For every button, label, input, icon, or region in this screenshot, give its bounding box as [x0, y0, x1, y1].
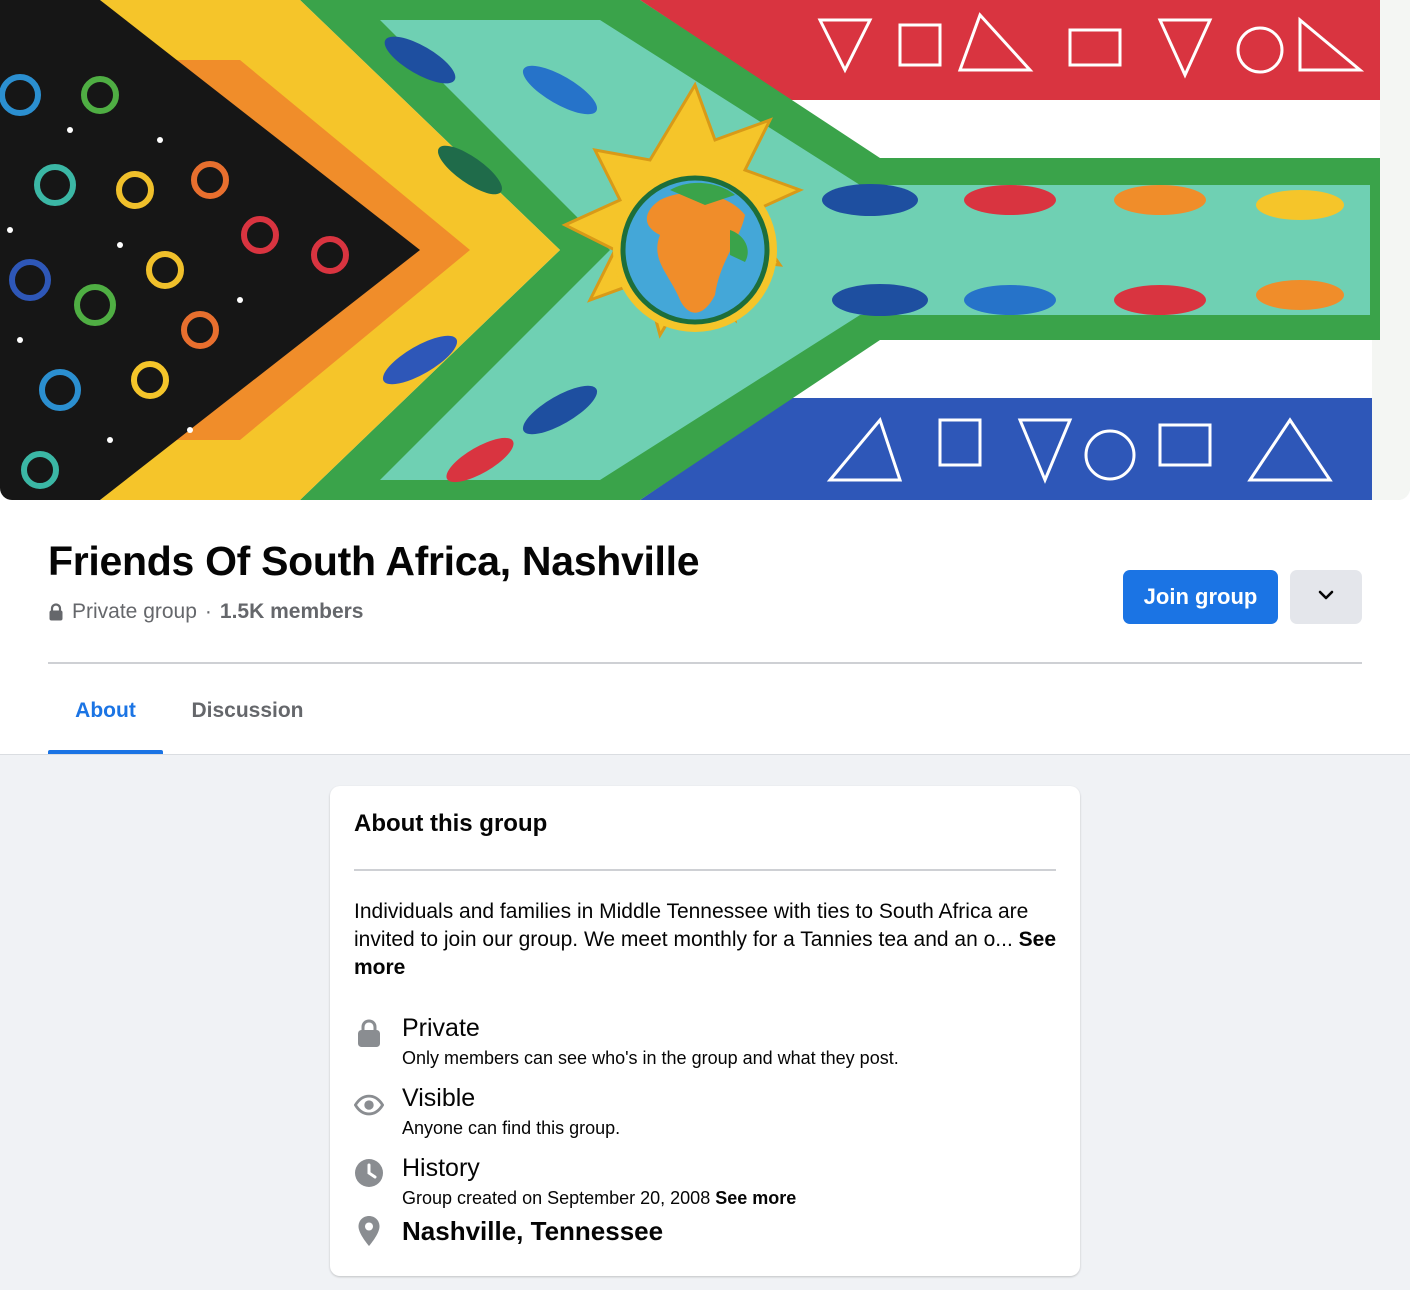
location-label[interactable]: Nashville, Tennessee: [402, 1216, 663, 1247]
history-created-text: Group created on September 20, 2008: [402, 1188, 711, 1208]
clock-icon: [354, 1158, 384, 1188]
info-visible-subtitle: Anyone can find this group.: [402, 1118, 621, 1138]
privacy-label: Private group: [72, 600, 197, 623]
info-history-title: History: [402, 1154, 480, 1182]
cover-photo[interactable]: [0, 0, 1410, 500]
about-card: About this group Individuals and familie…: [330, 786, 1080, 1276]
chevron-down-icon: [1317, 588, 1335, 606]
header-divider: [48, 662, 1362, 664]
eye-icon: [354, 1090, 384, 1120]
info-visible-title: Visible: [402, 1084, 476, 1112]
tab-discussion-label: Discussion: [191, 699, 304, 722]
card-divider: [354, 869, 1056, 871]
info-history-subtitle: Group created on September 20, 2008 See …: [402, 1188, 796, 1209]
tab-about-label: About: [75, 699, 136, 722]
meta-separator: ·: [204, 600, 212, 623]
location-pin-icon: [354, 1216, 384, 1246]
tab-discussion[interactable]: Discussion: [175, 668, 320, 754]
description-text: Individuals and families in Middle Tenne…: [354, 900, 1029, 951]
group-description: Individuals and families in Middle Tenne…: [354, 898, 1056, 982]
cover-artwork: [0, 0, 1410, 500]
about-title: About this group: [354, 810, 548, 837]
info-private-subtitle: Only members can see who's in the group …: [402, 1048, 899, 1068]
member-count[interactable]: 1.5K members: [220, 600, 364, 624]
more-options-button[interactable]: [1290, 570, 1362, 624]
history-see-more-link[interactable]: See more: [715, 1188, 796, 1208]
info-private-title: Private: [402, 1014, 480, 1042]
group-header: Friends Of South Africa, Nashville Priva…: [0, 0, 1410, 755]
active-tab-indicator: [48, 750, 163, 754]
lock-icon: [48, 603, 64, 621]
tab-about[interactable]: About: [48, 668, 163, 754]
group-meta: Private group · 1.5K members: [48, 600, 363, 624]
group-title: Friends Of South Africa, Nashville: [48, 538, 700, 584]
lock-icon: [354, 1018, 384, 1048]
join-group-button[interactable]: Join group: [1123, 570, 1278, 624]
